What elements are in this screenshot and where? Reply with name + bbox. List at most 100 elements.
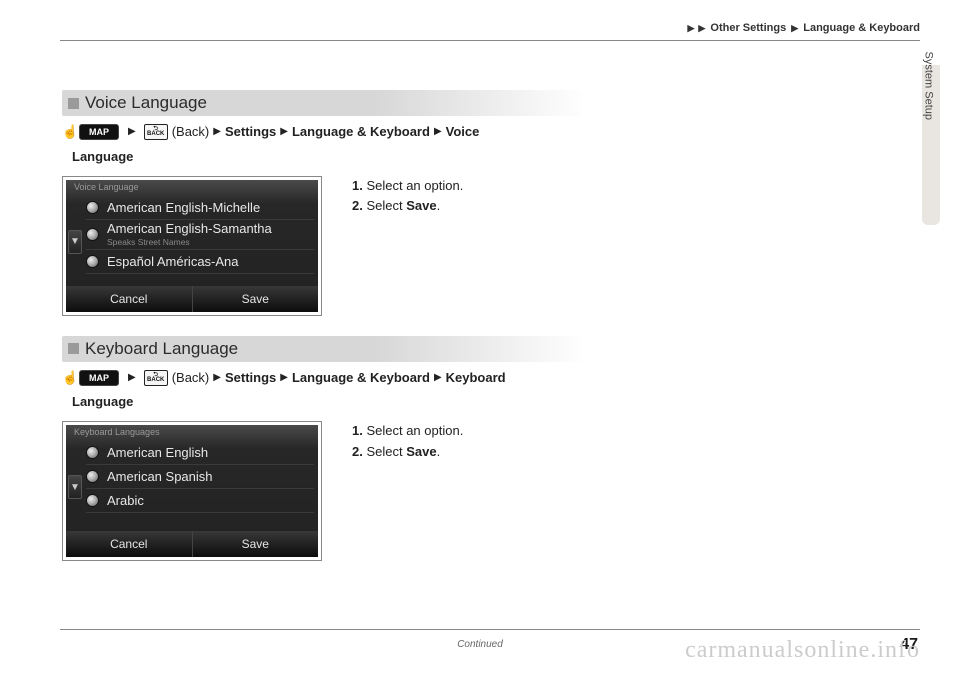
header-path-1: Other Settings — [710, 22, 786, 34]
map-button-icon: MAP — [79, 124, 119, 140]
side-tab-label: System Setup — [922, 52, 934, 120]
item-label: American English — [107, 445, 208, 460]
section-heading-voice: Voice Language — [62, 90, 582, 116]
arrow-icon: ▶ — [434, 124, 442, 140]
step-num: 2. — [352, 198, 363, 213]
save-button[interactable]: Save — [193, 531, 319, 557]
arrow-icon: ▶ — [698, 23, 705, 33]
cancel-button[interactable]: Cancel — [66, 286, 193, 312]
step-num: 1. — [352, 178, 363, 193]
step-text-post: . — [437, 444, 441, 459]
header-path-2: Language & Keyboard — [803, 22, 920, 34]
item-label: American English-Michelle — [107, 200, 260, 215]
instructions-voice: 1. Select an option. 2. Select Save. — [352, 176, 463, 218]
instruction-step-2: 2. Select Save. — [352, 442, 463, 463]
crumb-settings: Settings — [225, 368, 276, 389]
voice-option-list: American English-Michelle American Engli… — [86, 196, 314, 274]
section-row: Keyboard Languages ▼ American English Am… — [62, 421, 862, 561]
screenshot-voice-language: Voice Language ▼ American English-Michel… — [62, 176, 322, 316]
instruction-step-1: 1. Select an option. — [352, 176, 463, 197]
instruction-step-1: 1. Select an option. — [352, 421, 463, 442]
arrow-icon: ▶ — [280, 124, 288, 140]
hand-icon: ☝ — [62, 122, 74, 143]
crumb-lk: Language & Keyboard — [292, 368, 430, 389]
crumb-final: Keyboard — [446, 368, 506, 389]
section-title: Voice Language — [85, 93, 207, 113]
arrow-icon: ▶ — [791, 23, 798, 33]
main-content: Voice Language ☝ MAP ▶ ⮌BACK (Back) ▶ Se… — [62, 90, 862, 581]
arrow-icon: ▶ — [128, 124, 136, 140]
crumb-final2: Language — [72, 147, 133, 168]
arrow-icon: ▶ — [213, 370, 221, 386]
hand-icon: ☝ — [62, 368, 74, 389]
back-button-icon: ⮌BACK — [144, 124, 168, 140]
divider — [60, 40, 920, 41]
screenshot-footer: Cancel Save — [66, 531, 318, 557]
radio-icon — [86, 446, 99, 459]
nav-path-keyboard: ☝ MAP ▶ ⮌BACK (Back) ▶ Settings ▶ Langua… — [62, 368, 862, 389]
radio-icon — [86, 228, 99, 241]
back-button-icon: ⮌BACK — [144, 370, 168, 386]
list-item[interactable]: Arabic — [86, 489, 314, 513]
nav-path-keyboard-line2: Language — [72, 392, 862, 413]
step-text-bold: Save — [406, 444, 436, 459]
square-bullet-icon — [68, 98, 79, 109]
item-label: Español Américas-Ana — [107, 254, 239, 269]
scroll-down-icon[interactable]: ▼ — [68, 475, 82, 499]
save-button[interactable]: Save — [193, 286, 319, 312]
scroll-down-icon[interactable]: ▼ — [68, 230, 82, 254]
list-item[interactable]: American English-Samantha Speaks Street … — [86, 220, 314, 250]
map-button-icon: MAP — [79, 370, 119, 386]
crumb-lk: Language & Keyboard — [292, 122, 430, 143]
watermark: carmanualsonline.info — [685, 637, 920, 664]
step-num: 2. — [352, 444, 363, 459]
section-title: Keyboard Language — [85, 339, 238, 359]
step-num: 1. — [352, 423, 363, 438]
section-row: Voice Language ▼ American English-Michel… — [62, 176, 862, 316]
step-text-pre: Select — [363, 198, 406, 213]
keyboard-option-list: American English American Spanish Arabic — [86, 441, 314, 513]
step-text-post: . — [437, 198, 441, 213]
item-label: Arabic — [107, 493, 144, 508]
screenshot-footer: Cancel Save — [66, 286, 318, 312]
screenshot-title: Voice Language — [74, 182, 139, 192]
screenshot-keyboard-language: Keyboard Languages ▼ American English Am… — [62, 421, 322, 561]
crumb-settings: Settings — [225, 122, 276, 143]
radio-icon — [86, 201, 99, 214]
crumb-final: Voice — [446, 122, 480, 143]
list-item[interactable]: American English-Michelle — [86, 196, 314, 220]
section-heading-keyboard: Keyboard Language — [62, 336, 582, 362]
screenshot-inner: Keyboard Languages ▼ American English Am… — [66, 425, 318, 557]
nav-path-voice-line2: Language — [72, 147, 862, 168]
divider — [60, 629, 920, 630]
crumb-final2: Language — [72, 392, 133, 413]
step-text: Select an option. — [363, 178, 463, 193]
item-label: American Spanish — [107, 469, 213, 484]
instruction-step-2: 2. Select Save. — [352, 196, 463, 217]
arrow-icon: ▶ — [688, 23, 695, 33]
step-text: Select an option. — [363, 423, 463, 438]
footer-continued: Continued — [457, 639, 503, 650]
screenshot-title: Keyboard Languages — [74, 427, 160, 437]
nav-path-voice: ☝ MAP ▶ ⮌BACK (Back) ▶ Settings ▶ Langua… — [62, 122, 862, 143]
list-item[interactable]: American Spanish — [86, 465, 314, 489]
arrow-icon: ▶ — [128, 370, 136, 386]
radio-icon — [86, 470, 99, 483]
page-header-breadcrumb: ▶▶ Other Settings ▶ Language & Keyboard — [686, 22, 921, 34]
list-item[interactable]: Español Américas-Ana — [86, 250, 314, 274]
arrow-icon: ▶ — [213, 124, 221, 140]
back-label: (Back) — [172, 122, 210, 143]
item-label: American English-Samantha — [107, 221, 272, 236]
step-text-bold: Save — [406, 198, 436, 213]
item-sublabel: Speaks Street Names — [107, 237, 190, 247]
cancel-button[interactable]: Cancel — [66, 531, 193, 557]
list-item[interactable]: American English — [86, 441, 314, 465]
radio-icon — [86, 494, 99, 507]
arrow-icon: ▶ — [434, 370, 442, 386]
arrow-icon: ▶ — [280, 370, 288, 386]
radio-icon — [86, 255, 99, 268]
instructions-keyboard: 1. Select an option. 2. Select Save. — [352, 421, 463, 463]
back-label: (Back) — [172, 368, 210, 389]
step-text-pre: Select — [363, 444, 406, 459]
square-bullet-icon — [68, 343, 79, 354]
